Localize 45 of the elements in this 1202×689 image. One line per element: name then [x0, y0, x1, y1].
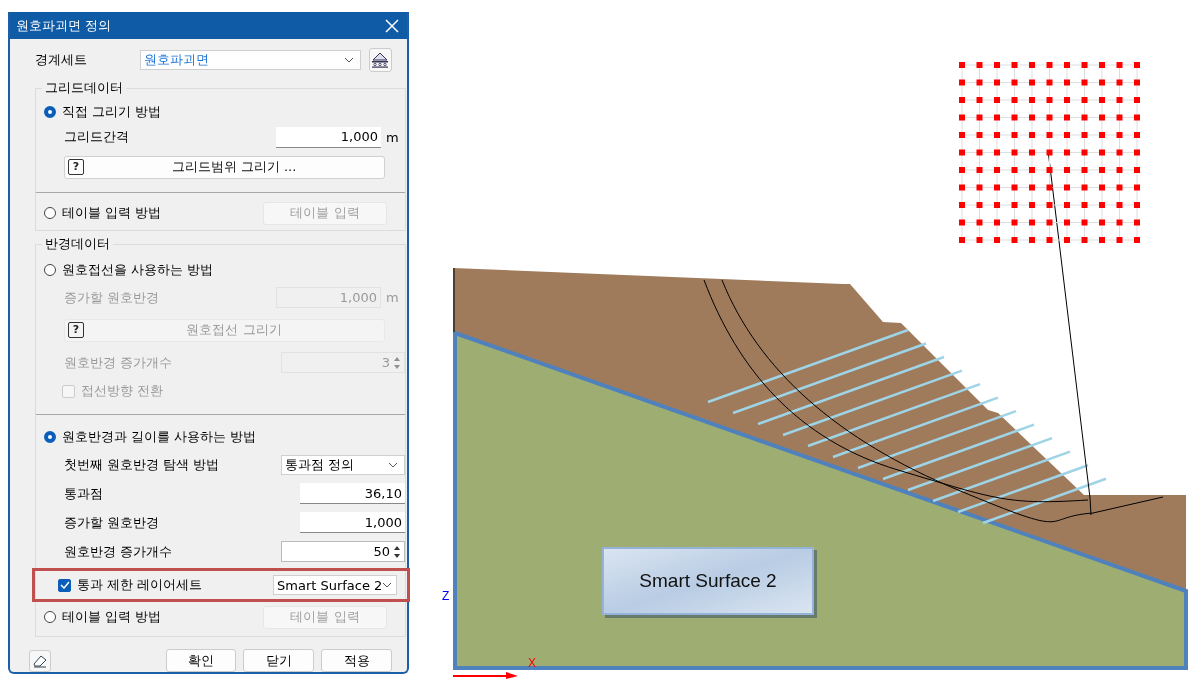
- checkbox-label[interactable]: 통과 제한 레이어세트: [77, 576, 273, 594]
- boundary-line: [453, 267, 455, 333]
- field-label: 통과점: [64, 484, 104, 503]
- close-icon[interactable]: [385, 18, 399, 33]
- axis-label: X: [528, 656, 536, 670]
- field-label: 경계세트: [34, 51, 88, 69]
- field-label: 증가할 원호반경: [64, 513, 161, 532]
- window-title: 원호파괴면 정의: [16, 16, 112, 35]
- field-label: 증가할 원호반경: [64, 288, 161, 307]
- caret-icon: [343, 57, 354, 63]
- boundary-set-dropdown[interactable]: 원호파괴면: [140, 50, 361, 70]
- checkbox[interactable]: [58, 578, 71, 592]
- radio-button[interactable]: [44, 106, 56, 118]
- layers-icon: [370, 51, 391, 69]
- field-label: 원호반경 증가개수: [64, 542, 174, 561]
- number-field[interactable]: 50: [281, 541, 405, 562]
- section-title: 그리드데이터: [44, 79, 124, 97]
- field-label: 첫번째 원호반경 탐색 방법: [64, 455, 221, 474]
- input-field[interactable]: 36,10: [300, 483, 405, 504]
- dropdown[interactable]: 통과점 정의: [281, 454, 405, 475]
- input-field[interactable]: 1,000: [276, 126, 381, 148]
- radio-label[interactable]: 원호접선을 사용하는 방법: [62, 261, 405, 279]
- unit-label: m: [386, 290, 400, 305]
- caret-icon: [388, 461, 398, 468]
- section-title: 반경데이터: [44, 235, 111, 253]
- radio-button[interactable]: [44, 431, 56, 443]
- axis-arrow-icon: [452, 672, 518, 679]
- draw-button[interactable]: ? 그리드범위 그리기 ...: [64, 155, 385, 179]
- dialog-button[interactable]: 적용: [321, 649, 392, 672]
- dropdown[interactable]: Smart Surface 2: [273, 575, 397, 595]
- radio-button[interactable]: [44, 264, 56, 276]
- radio-label[interactable]: 직접 그리기 방법: [62, 103, 405, 121]
- field-label: 그리드간격: [64, 128, 130, 146]
- caret-icon: [382, 582, 393, 588]
- dialog-button[interactable]: 닫기: [243, 649, 315, 672]
- axis-label: Z: [442, 589, 450, 603]
- radio-label[interactable]: 원호반경과 길이를 사용하는 방법: [62, 428, 405, 446]
- layer-label: Smart Surface 2: [639, 570, 777, 591]
- field-label: 원호반경 증가개수: [64, 353, 174, 372]
- input-field[interactable]: 1,000: [300, 512, 405, 533]
- unit-label: m: [386, 129, 400, 145]
- layers-button[interactable]: [368, 48, 392, 72]
- eraser-icon: [31, 653, 48, 668]
- eraser-button[interactable]: [29, 649, 51, 672]
- dialog-button[interactable]: 확인: [165, 649, 237, 672]
